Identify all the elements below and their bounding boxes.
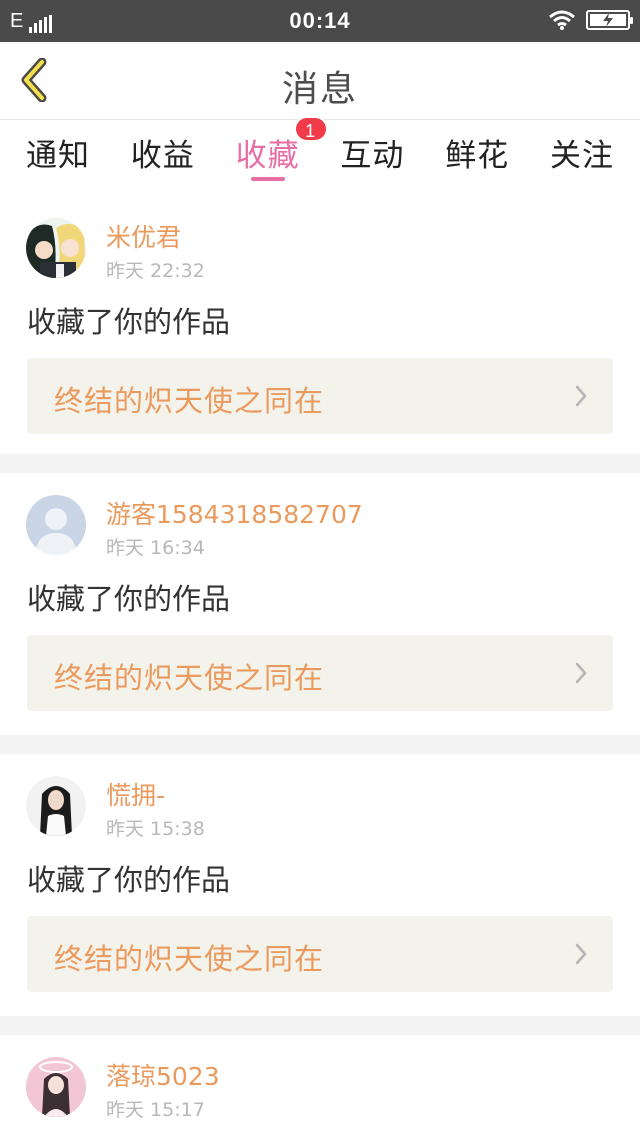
- timestamp: 昨天 15:17: [106, 1099, 205, 1121]
- list-item: 米优君 昨天 22:32 收藏了你的作品 终结的炽天使之同在: [0, 196, 640, 454]
- avatar[interactable]: [26, 495, 86, 555]
- favorites-feed: 米优君 昨天 22:32 收藏了你的作品 终结的炽天使之同在 游客1584318…: [0, 196, 640, 1138]
- chevron-right-icon: [575, 385, 587, 407]
- timestamp: 昨天 15:38: [106, 818, 205, 840]
- list-item: 落琼5023 昨天 15:17: [0, 1035, 640, 1138]
- wifi-icon: [549, 10, 575, 30]
- timestamp: 昨天 22:32: [106, 260, 205, 282]
- tab-label: 收益: [130, 138, 195, 174]
- tab-notifications[interactable]: 通知: [26, 120, 90, 196]
- action-text: 收藏了你的作品: [27, 582, 231, 616]
- header: 消息: [0, 42, 640, 120]
- chevron-right-icon: [575, 662, 587, 684]
- tab-label: 收藏: [235, 138, 300, 174]
- action-text: 收藏了你的作品: [27, 305, 231, 339]
- status-bar: E 00:14: [0, 0, 640, 42]
- work-link-button[interactable]: 终结的炽天使之同在: [27, 635, 613, 711]
- battery-icon: [586, 10, 633, 30]
- tab-following[interactable]: 关注: [550, 120, 614, 196]
- tab-flowers[interactable]: 鲜花: [445, 120, 509, 196]
- tab-bar: 通知 收益 收藏 1 互动 鲜花 关注: [0, 116, 640, 196]
- tab-label: 关注: [549, 138, 614, 174]
- avatar[interactable]: [26, 776, 86, 836]
- work-title: 终结的炽天使之同在: [54, 384, 325, 418]
- work-link-button[interactable]: 终结的炽天使之同在: [27, 916, 613, 992]
- timestamp: 昨天 16:34: [106, 537, 205, 559]
- page-title: 消息: [281, 69, 358, 110]
- list-item: 游客1584318582707 昨天 16:34 收藏了你的作品 终结的炽天使之…: [0, 473, 640, 735]
- active-tab-indicator: [250, 177, 285, 181]
- chevron-left-icon: [21, 58, 47, 102]
- tab-favorites[interactable]: 收藏 1: [235, 116, 328, 196]
- avatar[interactable]: [26, 218, 86, 278]
- tab-label: 通知: [26, 138, 90, 174]
- work-title: 终结的炽天使之同在: [54, 661, 325, 695]
- back-button[interactable]: [14, 56, 54, 104]
- unread-badge: 1: [293, 116, 328, 142]
- status-time: 00:14: [289, 8, 351, 33]
- tab-earnings[interactable]: 收益: [131, 120, 195, 196]
- avatar[interactable]: [26, 1057, 86, 1117]
- username[interactable]: 慌拥-: [106, 776, 165, 812]
- action-text: 收藏了你的作品: [27, 863, 231, 897]
- work-title: 终结的炽天使之同在: [54, 942, 325, 976]
- username[interactable]: 落琼5023: [106, 1057, 220, 1093]
- chevron-right-icon: [575, 943, 587, 965]
- work-link-button[interactable]: 终结的炽天使之同在: [27, 358, 613, 434]
- tab-label: 鲜花: [445, 138, 510, 174]
- tab-interactions[interactable]: 互动: [340, 120, 404, 196]
- username[interactable]: 游客1584318582707: [106, 495, 363, 531]
- tab-label: 互动: [340, 138, 405, 174]
- username[interactable]: 米优君: [106, 218, 181, 254]
- list-item: 慌拥- 昨天 15:38 收藏了你的作品 终结的炽天使之同在: [0, 754, 640, 1016]
